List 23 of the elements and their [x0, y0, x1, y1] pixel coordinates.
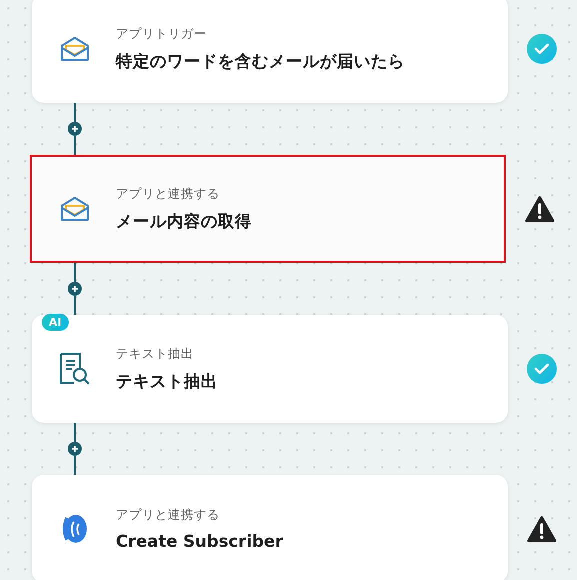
step-title: 特定のワードを含むメールが届いたら [116, 50, 405, 72]
step-type-label: アプリと連携する [116, 507, 221, 524]
add-step-button[interactable] [68, 122, 82, 136]
sound-waves-icon [61, 514, 89, 544]
step-card[interactable]: AI テキスト抽出 テキスト抽出 [32, 315, 508, 423]
step-title: メール内容の取得 [116, 210, 252, 232]
add-step-button[interactable] [68, 282, 82, 296]
step-card[interactable]: アプリトリガー 特定のワードを含むメールが届いたら [32, 0, 508, 103]
plus-icon [70, 444, 80, 454]
step-type-label: アプリトリガー [116, 26, 208, 42]
step-title: Create Subscriber [116, 532, 284, 551]
add-step-button[interactable] [68, 442, 82, 456]
step-type-label: アプリと連携する [116, 186, 221, 202]
step-type-label: テキスト抽出 [116, 346, 195, 362]
document-search-icon [58, 352, 92, 386]
envelope-icon [60, 36, 90, 62]
step-card[interactable]: アプリと連携する Create Subscriber [32, 475, 508, 580]
step-title: テキスト抽出 [116, 370, 218, 392]
step-card[interactable]: アプリと連携する メール内容の取得 [32, 157, 504, 261]
plus-icon [70, 284, 80, 294]
plus-icon [70, 124, 80, 134]
envelope-icon [60, 196, 90, 222]
ai-badge: AI [42, 314, 69, 331]
